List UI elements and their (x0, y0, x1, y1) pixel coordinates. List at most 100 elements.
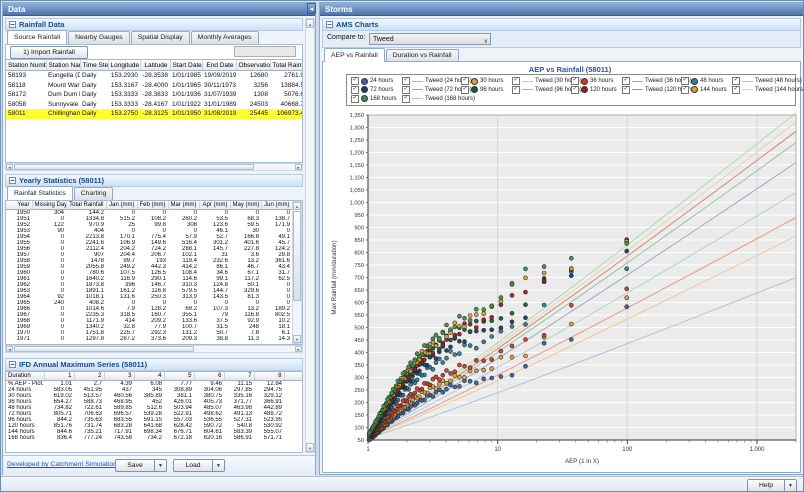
svg-text:800: 800 (354, 251, 364, 257)
collapse-group-icon[interactable]: – (9, 177, 16, 184)
column-header[interactable]: End Date (202, 60, 236, 71)
load-dropdown-icon[interactable]: ▼ (213, 459, 225, 472)
legend-checkbox[interactable]: ✓ (622, 77, 630, 85)
column-header[interactable]: May (mm) (230, 201, 261, 210)
svg-text:Max Rainfall (mm/duration): Max Rainfall (mm/duration) (331, 240, 338, 314)
column-header[interactable]: Time Step (80, 60, 108, 71)
yearly-vscrollbar[interactable]: ▲ ▼ (292, 201, 302, 344)
column-header[interactable]: Start Date (170, 60, 202, 71)
filter-input[interactable] (234, 46, 296, 57)
legend-item-72-hours: ✓ 72 hours (351, 86, 402, 94)
column-header[interactable]: Station Number (6, 60, 46, 71)
tab-rainfall-statistics[interactable]: Rainfall Statistics (7, 186, 73, 200)
legend-checkbox[interactable]: ✓ (571, 86, 579, 94)
column-header[interactable]: Total Rainfall (66, 201, 106, 210)
legend-checkbox[interactable]: ✓ (732, 77, 740, 85)
save-dropdown-icon[interactable]: ▼ (155, 459, 167, 472)
column-header[interactable]: Apr (mm) (199, 201, 230, 210)
svg-text:750: 750 (354, 263, 364, 269)
column-header[interactable]: 3 (104, 372, 134, 381)
legend-checkbox[interactable]: ✓ (622, 86, 630, 94)
column-header[interactable]: Year (6, 201, 32, 210)
help-dropdown-icon[interactable]: ▼ (785, 479, 797, 492)
legend-checkbox[interactable]: ✓ (402, 77, 410, 85)
column-header[interactable]: Jan (mm) (106, 201, 137, 210)
column-header[interactable]: Observations (236, 60, 270, 71)
yearly-hscrollbar[interactable]: ◂ ▸ (5, 345, 303, 353)
stations-hscrollbar[interactable]: ◂ ▸ (5, 163, 303, 171)
column-header[interactable]: 9 (284, 372, 303, 381)
legend-label: Tweed (168 hours) (425, 96, 475, 102)
compare-to-select[interactable]: Tweed ∨ (369, 33, 491, 45)
ifd-grid: Duration123456789% AEP - Plot...1.012.74… (5, 371, 303, 453)
legend-label: 72 hours (370, 87, 393, 93)
column-header[interactable]: 8 (254, 372, 284, 381)
column-header[interactable]: 4 (134, 372, 164, 381)
column-header[interactable]: Total Rainfall ... (270, 60, 303, 71)
series-marker-icon (691, 86, 698, 93)
tab-spatial-display[interactable]: Spatial Display (131, 31, 190, 44)
table-row[interactable]: 58118Mount WarningDaily153.3167-28.40001… (6, 81, 303, 91)
tab-monthly-averages[interactable]: Monthly Averages (191, 31, 259, 44)
scroll-left-icon[interactable]: ◂ (6, 346, 13, 352)
legend-checkbox[interactable]: ✓ (351, 95, 359, 103)
column-header[interactable]: Station Name (46, 60, 80, 71)
column-header[interactable]: 2 (74, 372, 104, 381)
application-window: Data – Rainfall Data Source RainfallNear… (0, 0, 804, 492)
legend-label: 48 hours (700, 78, 723, 84)
svg-text:250: 250 (354, 388, 364, 394)
combo-dropdown-icon: ∨ (484, 36, 488, 48)
collapse-group-icon[interactable]: – (326, 21, 333, 28)
legend-checkbox[interactable]: ✓ (461, 86, 469, 94)
column-header[interactable]: Duration (6, 372, 44, 381)
tab-source-rainfall[interactable]: Source Rainfall (7, 30, 67, 44)
legend-checkbox[interactable]: ✓ (681, 77, 689, 85)
column-header[interactable]: 6 (194, 372, 224, 381)
table-row[interactable]: 58058SunnyvaleDaily153.3333-28.41671/01/… (6, 100, 303, 110)
scroll-down-icon[interactable]: ▼ (293, 335, 301, 343)
column-header[interactable]: Latitude (140, 60, 170, 71)
column-header[interactable]: Missing Days (32, 201, 66, 210)
tweed-line-icon (412, 81, 423, 82)
legend-checkbox[interactable]: ✓ (512, 77, 520, 85)
column-header[interactable]: 5 (164, 372, 194, 381)
tab-nearby-gauges[interactable]: Nearby Gauges (68, 31, 130, 44)
scroll-left-icon[interactable]: ◂ (6, 164, 13, 170)
storms-panel: Storms – AMS Charts Compare to: Tweed ∨ … (319, 2, 804, 475)
legend-checkbox[interactable]: ✓ (681, 86, 689, 94)
scroll-right-icon[interactable]: ▸ (295, 346, 302, 352)
legend-checkbox[interactable]: ✓ (732, 86, 740, 94)
legend-checkbox[interactable]: ✓ (351, 77, 359, 85)
scroll-right-icon[interactable]: ▸ (295, 164, 302, 170)
load-button: Load ▼ (173, 459, 225, 472)
tab-aep-vs-rainfall[interactable]: AEP vs Rainfall (324, 48, 385, 62)
series-marker-icon (471, 78, 478, 85)
column-header[interactable]: Feb (mm) (137, 201, 168, 210)
column-header[interactable]: Longitude (108, 60, 140, 71)
column-header[interactable]: Mar (mm) (168, 201, 199, 210)
legend-checkbox[interactable]: ✓ (571, 77, 579, 85)
legend-checkbox[interactable]: ✓ (402, 86, 410, 94)
collapse-group-icon[interactable]: – (9, 361, 16, 368)
legend-checkbox[interactable]: ✓ (351, 86, 359, 94)
table-row[interactable]: 58193Eungella (Dul...Daily153.2930-28.35… (6, 71, 303, 81)
scroll-down-icon[interactable]: ▼ (306, 443, 314, 452)
scroll-up-icon[interactable]: ▲ (306, 19, 314, 28)
legend-item-Tweed-72-hours-: ✓Tweed (72 hours) (402, 86, 461, 94)
import-rainfall-button[interactable]: 1) Import Rainfall (10, 46, 88, 59)
legend-checkbox[interactable]: ✓ (512, 86, 520, 94)
legend-checkbox[interactable]: ✓ (461, 77, 469, 85)
column-header[interactable]: Jun (mm) (261, 201, 292, 210)
ams-charts-group-header[interactable]: – AMS Charts (322, 18, 801, 31)
table-row[interactable]: 58172Dum Dum Pu...Daily153.3333-28.38331… (6, 90, 303, 100)
tab-charting[interactable]: Charting (74, 187, 114, 200)
table-row[interactable]: 58011ChillinghamDaily153.2750-28.31251/0… (6, 109, 303, 119)
data-panel-vscrollbar[interactable]: ▲ ▼ (305, 18, 315, 453)
legend-checkbox[interactable]: ✓ (402, 95, 410, 103)
collapse-group-icon[interactable]: – (9, 21, 16, 28)
column-header[interactable]: 1 (44, 372, 74, 381)
column-header[interactable]: 7 (224, 372, 254, 381)
scroll-up-icon[interactable]: ▲ (293, 202, 301, 210)
ifd-group-header[interactable]: – IFD Annual Maximum Series (58011) (5, 358, 303, 371)
collapse-left-panel-icon[interactable]: ◂ (307, 3, 316, 14)
